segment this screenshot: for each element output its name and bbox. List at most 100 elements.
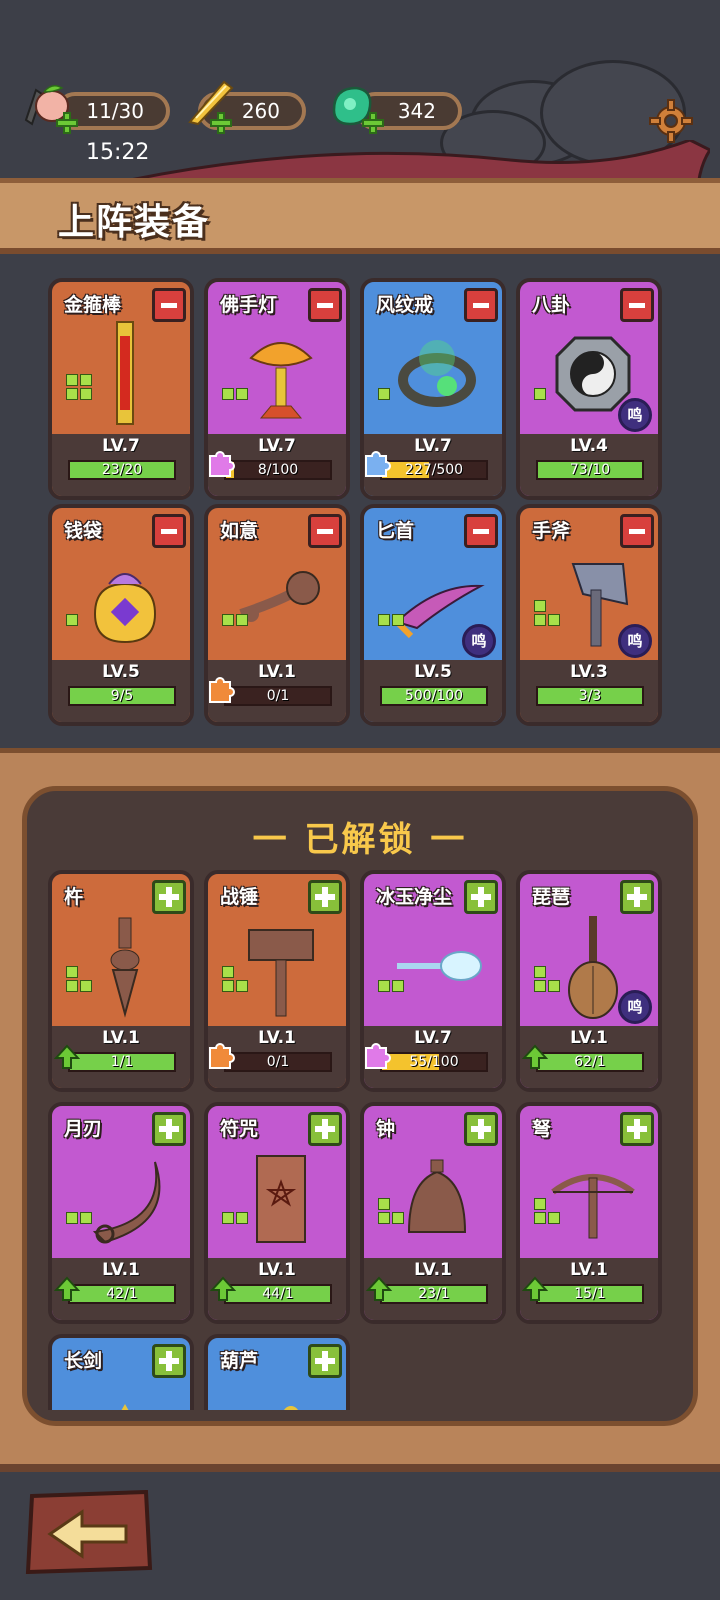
quality-pip xyxy=(392,614,404,626)
upgrade-arrow-icon xyxy=(54,1044,80,1069)
lotus-lamp-icon xyxy=(249,342,313,419)
unequip-button[interactable] xyxy=(152,514,186,548)
equip-button[interactable] xyxy=(464,1112,498,1146)
equipped-item-card[interactable]: 钱袋 LV.5 9/5 xyxy=(48,504,194,726)
progress-bar: 44/1 xyxy=(224,1284,332,1304)
war-hammer-icon xyxy=(248,929,314,1017)
equip-button[interactable] xyxy=(152,880,186,914)
equipped-item-card[interactable]: 风纹戒 LV.7 227/500 xyxy=(360,278,506,500)
back-button[interactable] xyxy=(24,1490,154,1574)
equip-button[interactable] xyxy=(464,880,498,914)
unequip-button[interactable] xyxy=(464,288,498,322)
progress-text: 3/3 xyxy=(578,688,602,704)
equipped-item-card[interactable]: 佛手灯 LV.7 8/100 xyxy=(204,278,350,500)
quality-pip xyxy=(66,614,78,626)
quality-pip xyxy=(378,1198,390,1210)
equip-button[interactable] xyxy=(620,880,654,914)
equipped-item-card[interactable]: 八卦鸣 LV.4 73/10 xyxy=(516,278,662,500)
unlocked-item-card[interactable]: 长剑 xyxy=(48,1334,194,1410)
gear-icon[interactable] xyxy=(648,98,694,144)
unequip-button[interactable] xyxy=(620,514,654,548)
unlocked-item-card[interactable]: 符咒 LV.1 44/1 xyxy=(204,1102,350,1324)
progress-text: 42/1 xyxy=(106,1286,138,1302)
unlocked-item-card[interactable]: 冰玉净尘 LV.7 55/100 xyxy=(360,870,506,1092)
progress-bar: 3/3 xyxy=(536,686,644,706)
quality-pip xyxy=(66,966,78,978)
quality-pip xyxy=(534,1198,546,1210)
unequip-button[interactable] xyxy=(152,288,186,322)
progress-text: 55/100 xyxy=(409,1054,459,1070)
quality-pip xyxy=(534,1212,546,1224)
add-feather-button[interactable] xyxy=(210,112,232,134)
moon-blade-icon xyxy=(92,1161,161,1244)
progress-text: 23/1 xyxy=(418,1286,450,1302)
unequip-button[interactable] xyxy=(308,288,342,322)
quality-pip xyxy=(548,614,560,626)
item-name: 长剑 xyxy=(64,1350,103,1372)
item-level: LV.3 xyxy=(570,662,608,682)
unlocked-item-card[interactable]: 弩 LV.1 15/1 xyxy=(516,1102,662,1324)
quality-pip xyxy=(548,980,560,992)
progress-text: 15/1 xyxy=(574,1286,606,1302)
quality-pip xyxy=(534,388,546,400)
progress-bar: 8/100 xyxy=(224,460,332,480)
progress-text: 44/1 xyxy=(262,1286,294,1302)
progress-text: 8/100 xyxy=(257,462,299,478)
equip-button[interactable] xyxy=(152,1112,186,1146)
item-name: 琵琶 xyxy=(532,886,571,908)
puzzle-piece-icon xyxy=(365,1043,391,1069)
item-name: 战锤 xyxy=(220,886,259,908)
progress-text: 9/5 xyxy=(110,688,134,704)
unlocked-item-card[interactable]: 月刃 LV.1 42/1 xyxy=(48,1102,194,1324)
unlocked-item-card[interactable]: 琵琶鸣 LV.1 62/1 xyxy=(516,870,662,1092)
quality-pip xyxy=(222,966,234,978)
quality-pip xyxy=(66,980,78,992)
progress-bar: 0/1 xyxy=(224,1052,332,1072)
money-bag-icon xyxy=(93,573,157,644)
equipped-item-card[interactable]: 金箍棒 LV.7 23/20 xyxy=(48,278,194,500)
equip-button[interactable] xyxy=(308,1112,342,1146)
quality-pip xyxy=(66,1212,78,1224)
quality-pip xyxy=(534,980,546,992)
equipped-item-card[interactable]: 如意 LV.1 0/1 xyxy=(204,504,350,726)
puzzle-piece-icon xyxy=(365,451,391,477)
unlocked-item-card[interactable]: 战锤 LV.1 0/1 xyxy=(204,870,350,1092)
unequip-button[interactable] xyxy=(464,514,498,548)
item-name: 弩 xyxy=(532,1118,552,1140)
unlocked-grid[interactable]: 杵 LV.1 1/1 战锤 LV.1 0/1 冰玉净尘 LV.7 55/100 琵琶鸣 LV.1 62… xyxy=(40,870,680,1410)
item-level: LV.5 xyxy=(414,662,452,682)
progress-bar: 23/1 xyxy=(380,1284,488,1304)
unlocked-item-card[interactable]: 钟 LV.1 23/1 xyxy=(360,1102,506,1324)
progress-text: 62/1 xyxy=(574,1054,606,1070)
quality-pip xyxy=(80,980,92,992)
equipped-item-card[interactable]: 手斧鸣 LV.3 3/3 xyxy=(516,504,662,726)
add-peach-button[interactable] xyxy=(56,112,78,134)
progress-text: 0/1 xyxy=(266,1054,290,1070)
unequip-button[interactable] xyxy=(308,514,342,548)
add-jade-button[interactable] xyxy=(362,112,384,134)
resonance-badge: 鸣 xyxy=(618,624,652,658)
upgrade-arrow-icon xyxy=(522,1044,548,1069)
quality-pip xyxy=(222,614,234,626)
ruyi-icon xyxy=(239,571,320,622)
equip-button[interactable] xyxy=(152,1344,186,1378)
quality-pip xyxy=(548,1212,560,1224)
equip-button[interactable] xyxy=(620,1112,654,1146)
quality-pip xyxy=(80,1212,92,1224)
quality-pip xyxy=(80,374,92,386)
equip-button[interactable] xyxy=(308,880,342,914)
golden-staff-icon xyxy=(116,321,134,425)
equip-button[interactable] xyxy=(308,1344,342,1378)
unlocked-item-card[interactable]: 杵 LV.1 1/1 xyxy=(48,870,194,1092)
unequip-button[interactable] xyxy=(620,288,654,322)
unlocked-item-card[interactable]: 葫芦 xyxy=(204,1334,350,1410)
equipped-item-card[interactable]: 匕首鸣 LV.5 500/100 xyxy=(360,504,506,726)
quality-pip xyxy=(392,980,404,992)
wind-ring-icon xyxy=(398,340,476,407)
progress-text: 23/20 xyxy=(101,462,143,478)
progress-text: 227/500 xyxy=(404,462,464,478)
upgrade-arrow-icon xyxy=(54,1276,80,1301)
item-name: 佛手灯 xyxy=(220,294,278,316)
page-title: 上阵装备 xyxy=(58,202,211,243)
progress-bar: 62/1 xyxy=(536,1052,644,1072)
